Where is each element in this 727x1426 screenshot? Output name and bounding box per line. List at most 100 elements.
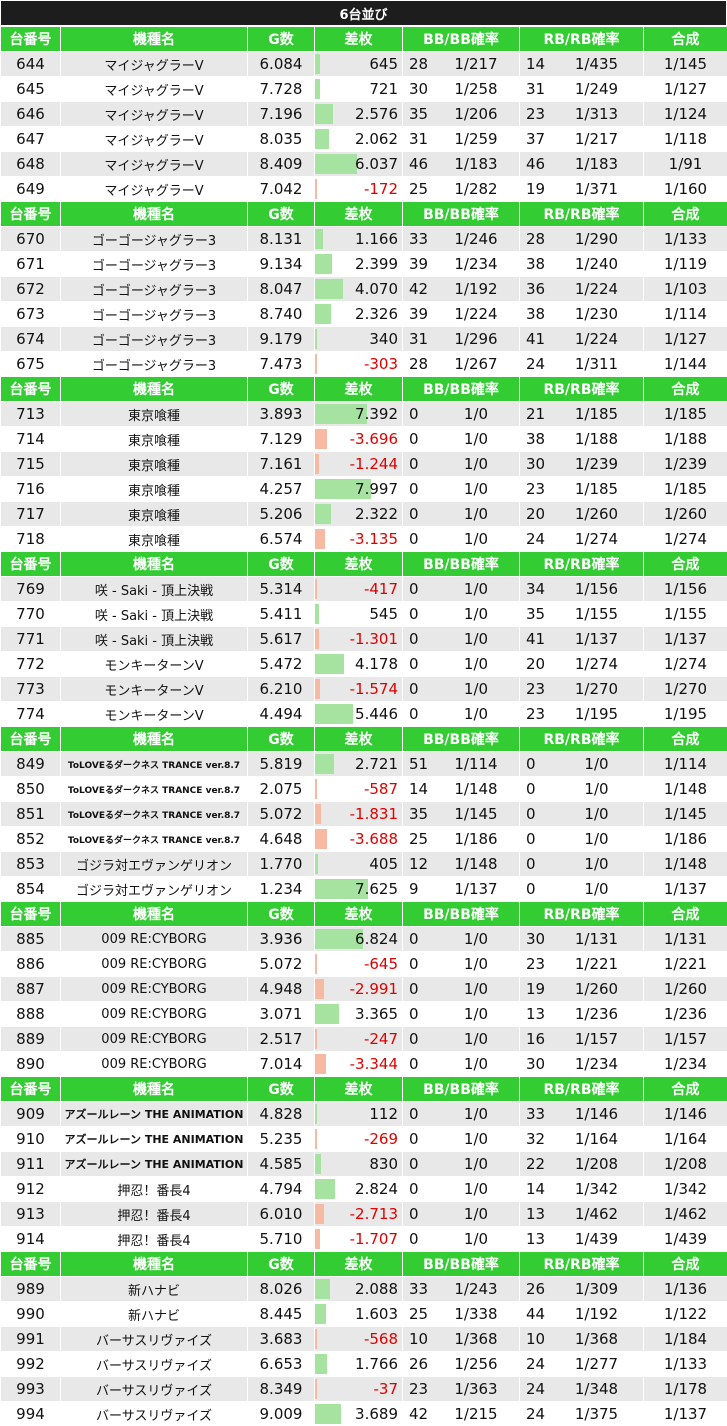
diff-value: -172 [363, 180, 398, 198]
table-row: 913 押忍！番長4 6.010 -2.713 0 1/0 13 1/462 1/462 [0, 1201, 727, 1227]
table-row: 911 アズールレーン THE ANIMATION 4.585 830 0 1/0 22 1/… [0, 1151, 727, 1177]
combined-rate-cell: 1/124 [643, 101, 727, 127]
header-rb-rate: RB/RB確率 [519, 1251, 644, 1277]
diff-cell: -568 [314, 1326, 403, 1352]
bb-rate: 1/259 [454, 130, 498, 148]
rb-cell: 20 1/260 [519, 501, 644, 527]
bb-cell: 33 1/246 [402, 226, 520, 252]
rb-count: 0 [526, 830, 536, 848]
header-combined: 合成 [643, 201, 727, 227]
header-combined: 合成 [643, 901, 727, 927]
bb-count: 0 [409, 1230, 419, 1248]
rb-rate: 1/146 [574, 1105, 619, 1123]
bb-count: 39 [409, 255, 429, 273]
bb-rate: 1/114 [454, 755, 498, 773]
rb-cell: 19 1/260 [519, 976, 644, 1002]
unit-number-cell: 716 [0, 476, 61, 502]
diff-bar [315, 1229, 320, 1249]
bb-cell: 0 1/0 [402, 1226, 520, 1252]
machine-name-cell: ゴジラ対エヴァンゲリオン [60, 876, 248, 902]
header-rb-rate: RB/RB確率 [519, 901, 644, 927]
diff-cell: -269 [314, 1126, 403, 1152]
rb-cell: 20 1/274 [519, 651, 644, 677]
diff-value: 2.322 [355, 505, 398, 523]
diff-bar [315, 429, 327, 449]
header-bb-rate: BB/BB確率 [402, 201, 520, 227]
bb-rate: 1/186 [454, 830, 498, 848]
combined-rate-cell: 1/157 [643, 1026, 727, 1052]
machine-name-cell: ToLOVEるダークネス TRANCE ver.8.7 [60, 801, 248, 827]
rb-cell: 23 1/195 [519, 701, 644, 727]
rb-rate: 1/221 [574, 955, 619, 973]
diff-bar [315, 454, 319, 474]
diff-value: -1.831 [349, 805, 398, 823]
rb-count: 31 [526, 80, 546, 98]
diff-cell: 3.365 [314, 1001, 403, 1027]
diff-value: -247 [363, 1030, 398, 1048]
bb-cell: 0 1/0 [402, 1026, 520, 1052]
diff-cell: 4.070 [314, 276, 403, 302]
bb-rate: 1/215 [454, 1405, 498, 1423]
bb-cell: 14 1/148 [402, 776, 520, 802]
games-cell: 1.770 [247, 851, 315, 877]
bb-count: 25 [409, 1305, 429, 1323]
rb-cell: 30 1/239 [519, 451, 644, 477]
bb-cell: 42 1/215 [402, 1401, 520, 1426]
machine-name-cell: 新ハナビ [60, 1276, 248, 1302]
diff-value: -645 [363, 955, 398, 973]
combined-rate-cell: 1/195 [643, 701, 727, 727]
header-machine-name: 機種名 [60, 376, 248, 402]
bb-cell: 0 1/0 [402, 1101, 520, 1127]
unit-number-cell: 673 [0, 301, 61, 327]
unit-number-cell: 713 [0, 401, 61, 427]
header-machine-name: 機種名 [60, 1076, 248, 1102]
diff-bar [315, 1329, 317, 1349]
bb-count: 0 [409, 705, 419, 723]
unit-number-cell: 645 [0, 76, 61, 102]
rb-rate: 1/234 [574, 1055, 619, 1073]
header-games: G数 [247, 1076, 315, 1102]
diff-cell: -3.696 [314, 426, 403, 452]
diff-value: 4.070 [355, 280, 398, 298]
header-unit-number: 台番号 [0, 551, 61, 577]
table-row: 990 新ハナビ 8.445 1.603 25 1/338 44 1/192 1/122 [0, 1301, 727, 1327]
header-row: 台番号 機種名 G数 差枚 BB/BB確率 RB/RB確率 合成 [0, 726, 727, 752]
table-row: 645 マイジャグラーV 7.728 721 30 1/258 31 1/249 1/127 [0, 76, 727, 102]
header-bb-rate: BB/BB確率 [402, 26, 520, 52]
rb-cell: 28 1/290 [519, 226, 644, 252]
table-row: 674 ゴーゴージャグラー3 9.179 340 31 1/296 41 1/224 1/127 [0, 326, 727, 352]
combined-rate-cell: 1/186 [643, 826, 727, 852]
bb-count: 31 [409, 130, 429, 148]
diff-value: 645 [369, 55, 398, 73]
unit-number-cell: 773 [0, 676, 61, 702]
games-cell: 4.494 [247, 701, 315, 727]
header-unit-number: 台番号 [0, 376, 61, 402]
diff-bar [315, 304, 331, 324]
combined-rate-cell: 1/145 [643, 801, 727, 827]
rb-rate: 1/270 [574, 680, 619, 698]
machine-name-cell: アズールレーン THE ANIMATION [60, 1126, 248, 1152]
bb-cell: 26 1/256 [402, 1351, 520, 1377]
table-row: 670 ゴーゴージャグラー3 8.131 1.166 33 1/246 28 1/290 1/1… [0, 226, 727, 252]
diff-value: 7.625 [355, 880, 398, 898]
bb-cell: 42 1/192 [402, 276, 520, 302]
combined-rate-cell: 1/118 [643, 126, 727, 152]
diff-value: 830 [369, 1155, 398, 1173]
header-diff: 差枚 [314, 376, 403, 402]
games-cell: 8.740 [247, 301, 315, 327]
machine-name-cell: 東京喰種 [60, 501, 248, 527]
diff-bar [315, 1404, 341, 1424]
diff-value: -3.135 [349, 530, 398, 548]
rb-rate: 1/0 [584, 830, 609, 848]
combined-rate-cell: 1/239 [643, 451, 727, 477]
bb-rate: 1/0 [463, 605, 489, 623]
unit-number-cell: 675 [0, 351, 61, 377]
combined-rate-cell: 1/234 [643, 1051, 727, 1077]
bb-rate: 1/296 [454, 330, 498, 348]
header-unit-number: 台番号 [0, 26, 61, 52]
diff-bar [315, 329, 317, 349]
machine-name-cell: ゴーゴージャグラー3 [60, 276, 248, 302]
bb-rate: 1/0 [463, 1180, 489, 1198]
bb-count: 0 [409, 505, 419, 523]
rb-rate: 1/313 [574, 105, 619, 123]
